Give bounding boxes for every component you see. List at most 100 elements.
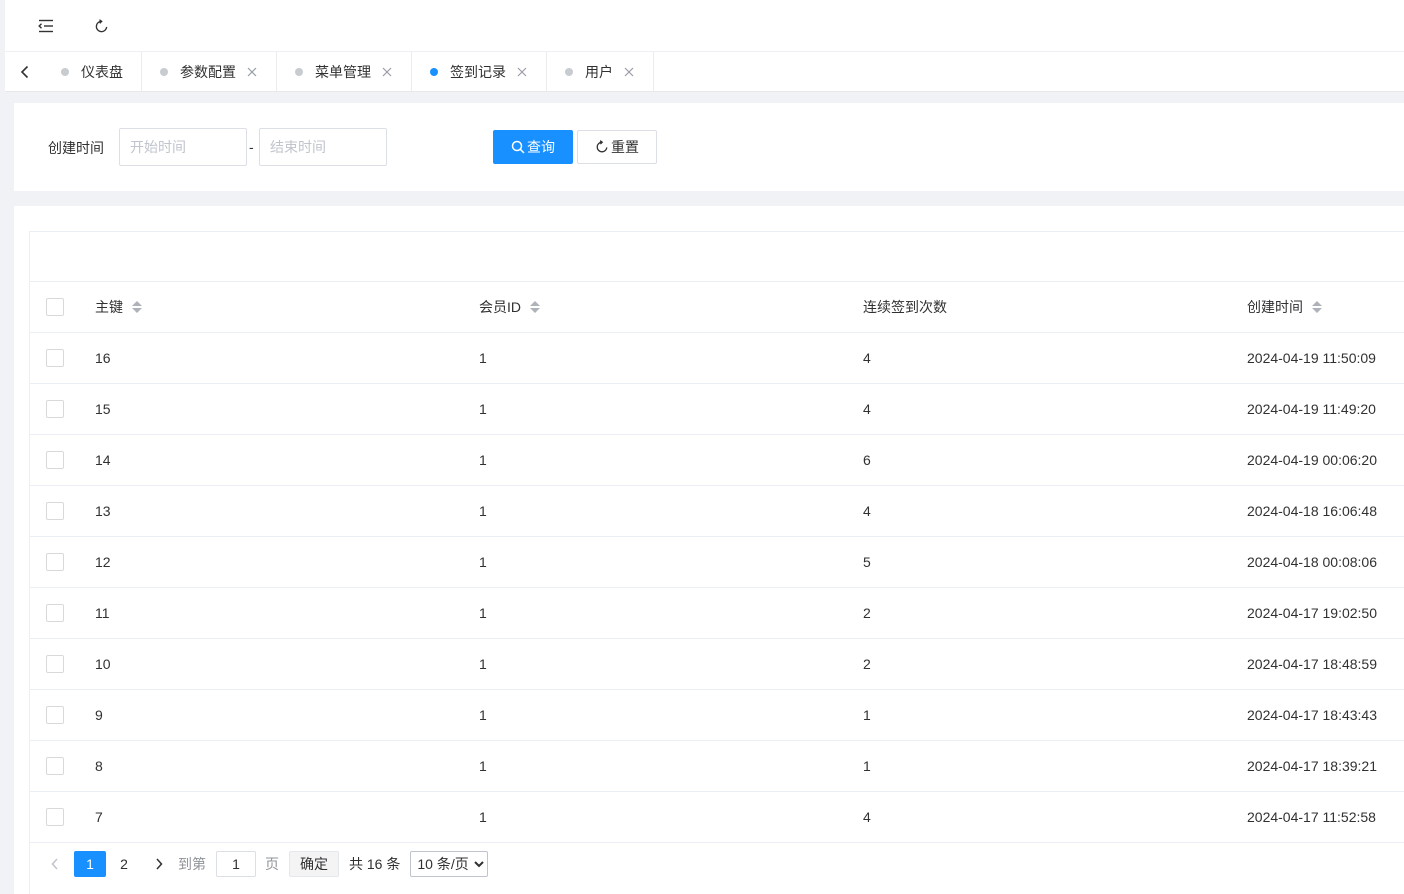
cell-member-id: 1 [479, 503, 487, 519]
row-checkbox[interactable] [46, 604, 64, 622]
cell-id: 9 [95, 707, 103, 723]
cell-created-time: 2024-04-17 19:02:50 [1247, 605, 1377, 621]
cell-member-id: 1 [479, 758, 487, 774]
cell-id: 14 [95, 452, 111, 468]
column-header-id[interactable]: 主键 [95, 282, 142, 332]
page-2[interactable]: 2 [108, 851, 140, 877]
column-header-label: 主键 [95, 299, 123, 315]
goto-suffix: 页 [265, 856, 279, 872]
cell-created-time: 2024-04-18 16:06:48 [1247, 503, 1377, 519]
page-1[interactable]: 1 [74, 851, 106, 877]
total-count: 共 16 条 [349, 856, 401, 872]
page-size-select[interactable]: 10 条/页 [410, 851, 489, 877]
tab-list: 仪表盘 参数配置 菜单管理 签到记录 用户 [43, 52, 654, 91]
cell-created-time: 2024-04-17 18:39:21 [1247, 758, 1377, 774]
row-checkbox[interactable] [46, 451, 64, 469]
cell-member-id: 1 [479, 452, 487, 468]
prev-page-icon[interactable] [40, 851, 70, 877]
row-checkbox[interactable] [46, 655, 64, 673]
close-icon[interactable] [516, 66, 528, 78]
table-row: 16 1 4 2024-04-19 11:50:09 [30, 333, 1404, 384]
end-time-input[interactable] [259, 128, 387, 166]
column-header-label: 会员ID [479, 299, 521, 315]
query-button[interactable]: 查询 [493, 130, 573, 164]
tab-dot-icon [430, 67, 438, 76]
close-icon[interactable] [381, 66, 393, 78]
search-icon [511, 140, 525, 154]
column-header-count: 连续签到次数 [863, 282, 947, 332]
table-row: 11 1 2 2024-04-17 19:02:50 [30, 588, 1404, 639]
sort-icon[interactable] [530, 301, 540, 313]
cell-count: 1 [863, 758, 871, 774]
cell-created-time: 2024-04-17 18:43:43 [1247, 707, 1377, 723]
chevron-left-icon[interactable] [10, 52, 40, 91]
table-row: 9 1 1 2024-04-17 18:43:43 [30, 690, 1404, 741]
cell-id: 15 [95, 401, 111, 417]
cell-count: 6 [863, 452, 871, 468]
tab-label: 签到记录 [450, 63, 506, 80]
row-checkbox[interactable] [46, 757, 64, 775]
cell-member-id: 1 [479, 707, 487, 723]
sort-icon[interactable] [132, 301, 142, 313]
close-icon[interactable] [246, 66, 258, 78]
row-checkbox[interactable] [46, 349, 64, 367]
cell-created-time: 2024-04-19 11:49:20 [1247, 401, 1376, 417]
next-page-icon[interactable] [144, 851, 174, 877]
row-checkbox[interactable] [46, 400, 64, 418]
tab-dot-icon [565, 67, 573, 76]
tab-4[interactable]: 用户 [547, 52, 654, 91]
tab-label: 参数配置 [180, 63, 236, 80]
cell-member-id: 1 [479, 656, 487, 672]
cell-created-time: 2024-04-19 11:50:09 [1247, 350, 1376, 366]
column-header-member-id[interactable]: 会员ID [479, 282, 540, 332]
tab-1[interactable]: 参数配置 [142, 52, 277, 91]
row-checkbox[interactable] [46, 706, 64, 724]
refresh-icon[interactable] [86, 11, 116, 41]
cell-id: 7 [95, 809, 103, 825]
reset-button[interactable]: 重置 [577, 130, 657, 164]
table-row: 13 1 4 2024-04-18 16:06:48 [30, 486, 1404, 537]
close-icon[interactable] [623, 66, 635, 78]
sort-icon[interactable] [1312, 301, 1322, 313]
cell-count: 5 [863, 554, 871, 570]
goto-page-input[interactable] [216, 851, 256, 877]
created-time-label: 创建时间 [48, 140, 104, 156]
cell-member-id: 1 [479, 350, 487, 366]
tab-3[interactable]: 签到记录 [412, 52, 547, 91]
cell-count: 4 [863, 809, 871, 825]
tab-label: 用户 [585, 63, 613, 80]
goto-prefix: 到第 [178, 856, 206, 872]
tab-2[interactable]: 菜单管理 [277, 52, 412, 91]
tab-0[interactable]: 仪表盘 [43, 52, 142, 91]
cell-id: 16 [95, 350, 111, 366]
table-row: 8 1 1 2024-04-17 18:39:21 [30, 741, 1404, 792]
cell-id: 12 [95, 554, 111, 570]
top-header [5, 0, 1404, 52]
table-row: 10 1 2 2024-04-17 18:48:59 [30, 639, 1404, 690]
tab-label: 菜单管理 [315, 63, 371, 80]
row-checkbox[interactable] [46, 502, 64, 520]
select-all-checkbox[interactable] [46, 298, 64, 316]
cell-created-time: 2024-04-17 18:48:59 [1247, 656, 1377, 672]
cell-count: 4 [863, 350, 871, 366]
table-row: 14 1 6 2024-04-19 00:06:20 [30, 435, 1404, 486]
start-time-input[interactable] [119, 128, 247, 166]
row-checkbox[interactable] [46, 553, 64, 571]
tab-label: 仪表盘 [81, 63, 123, 80]
cell-id: 11 [95, 605, 110, 621]
cell-created-time: 2024-04-19 00:06:20 [1247, 452, 1377, 468]
menu-fold-icon[interactable] [31, 11, 61, 41]
table-card: 主键 会员ID 连续签到次数 创建时间 16 1 4 2024-04-19 11:50… [14, 206, 1404, 894]
reset-button-label: 重置 [611, 139, 639, 155]
cell-member-id: 1 [479, 554, 487, 570]
cell-count: 2 [863, 605, 871, 621]
column-header-created-time[interactable]: 创建时间 [1247, 282, 1322, 332]
cell-count: 4 [863, 401, 871, 417]
row-checkbox[interactable] [46, 808, 64, 826]
goto-confirm-button[interactable]: 确定 [289, 851, 339, 877]
cell-id: 10 [95, 656, 111, 672]
table-header: 主键 会员ID 连续签到次数 创建时间 [30, 282, 1404, 333]
date-separator: - [249, 139, 254, 155]
data-table: 主键 会员ID 连续签到次数 创建时间 16 1 4 2024-04-19 11:50… [29, 231, 1404, 894]
tab-dot-icon [160, 67, 168, 76]
